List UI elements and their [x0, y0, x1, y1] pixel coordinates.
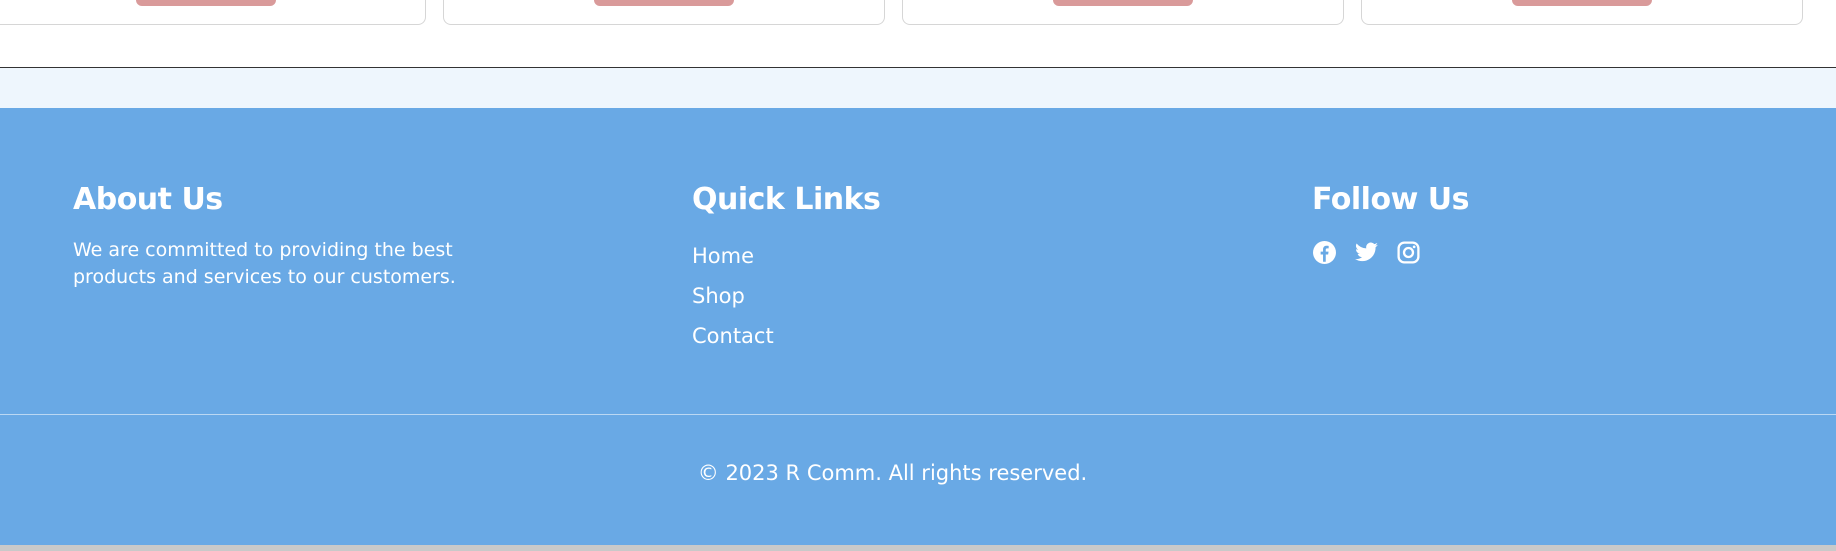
product-card [0, 0, 426, 25]
social-icons [1312, 240, 1469, 265]
card-button[interactable] [1512, 0, 1652, 6]
instagram-icon[interactable] [1396, 240, 1421, 265]
card-button[interactable] [594, 0, 734, 6]
section-spacer [0, 68, 1836, 108]
quick-links-list: Home Shop Contact [692, 236, 880, 356]
quick-links-section: Quick Links Home Shop Contact [692, 180, 881, 356]
link-shop[interactable]: Shop [692, 276, 880, 316]
footer-divider [0, 414, 1836, 415]
facebook-icon[interactable] [1312, 240, 1337, 265]
link-contact[interactable]: Contact [692, 316, 880, 356]
copyright-text: © 2023 R Comm. All rights reserved. [697, 461, 1088, 485]
product-cards-row [0, 0, 1836, 68]
twitter-icon[interactable] [1354, 240, 1379, 265]
product-card [443, 0, 885, 25]
about-text: We are committed to providing the best p… [73, 239, 456, 288]
card-button[interactable] [1053, 0, 1193, 6]
about-heading: About Us [73, 182, 223, 217]
site-footer: About Us We are committed to providing t… [0, 108, 1836, 545]
card-button[interactable] [136, 0, 276, 6]
link-home[interactable]: Home [692, 236, 880, 276]
page-bottom-edge [0, 545, 1836, 551]
about-section: About Us We are committed to providing t… [73, 180, 473, 291]
product-card [1361, 0, 1803, 25]
product-card [902, 0, 1344, 25]
quick-links-heading: Quick Links [692, 182, 881, 217]
follow-heading: Follow Us [1312, 182, 1469, 217]
follow-section: Follow Us [1312, 180, 1469, 265]
